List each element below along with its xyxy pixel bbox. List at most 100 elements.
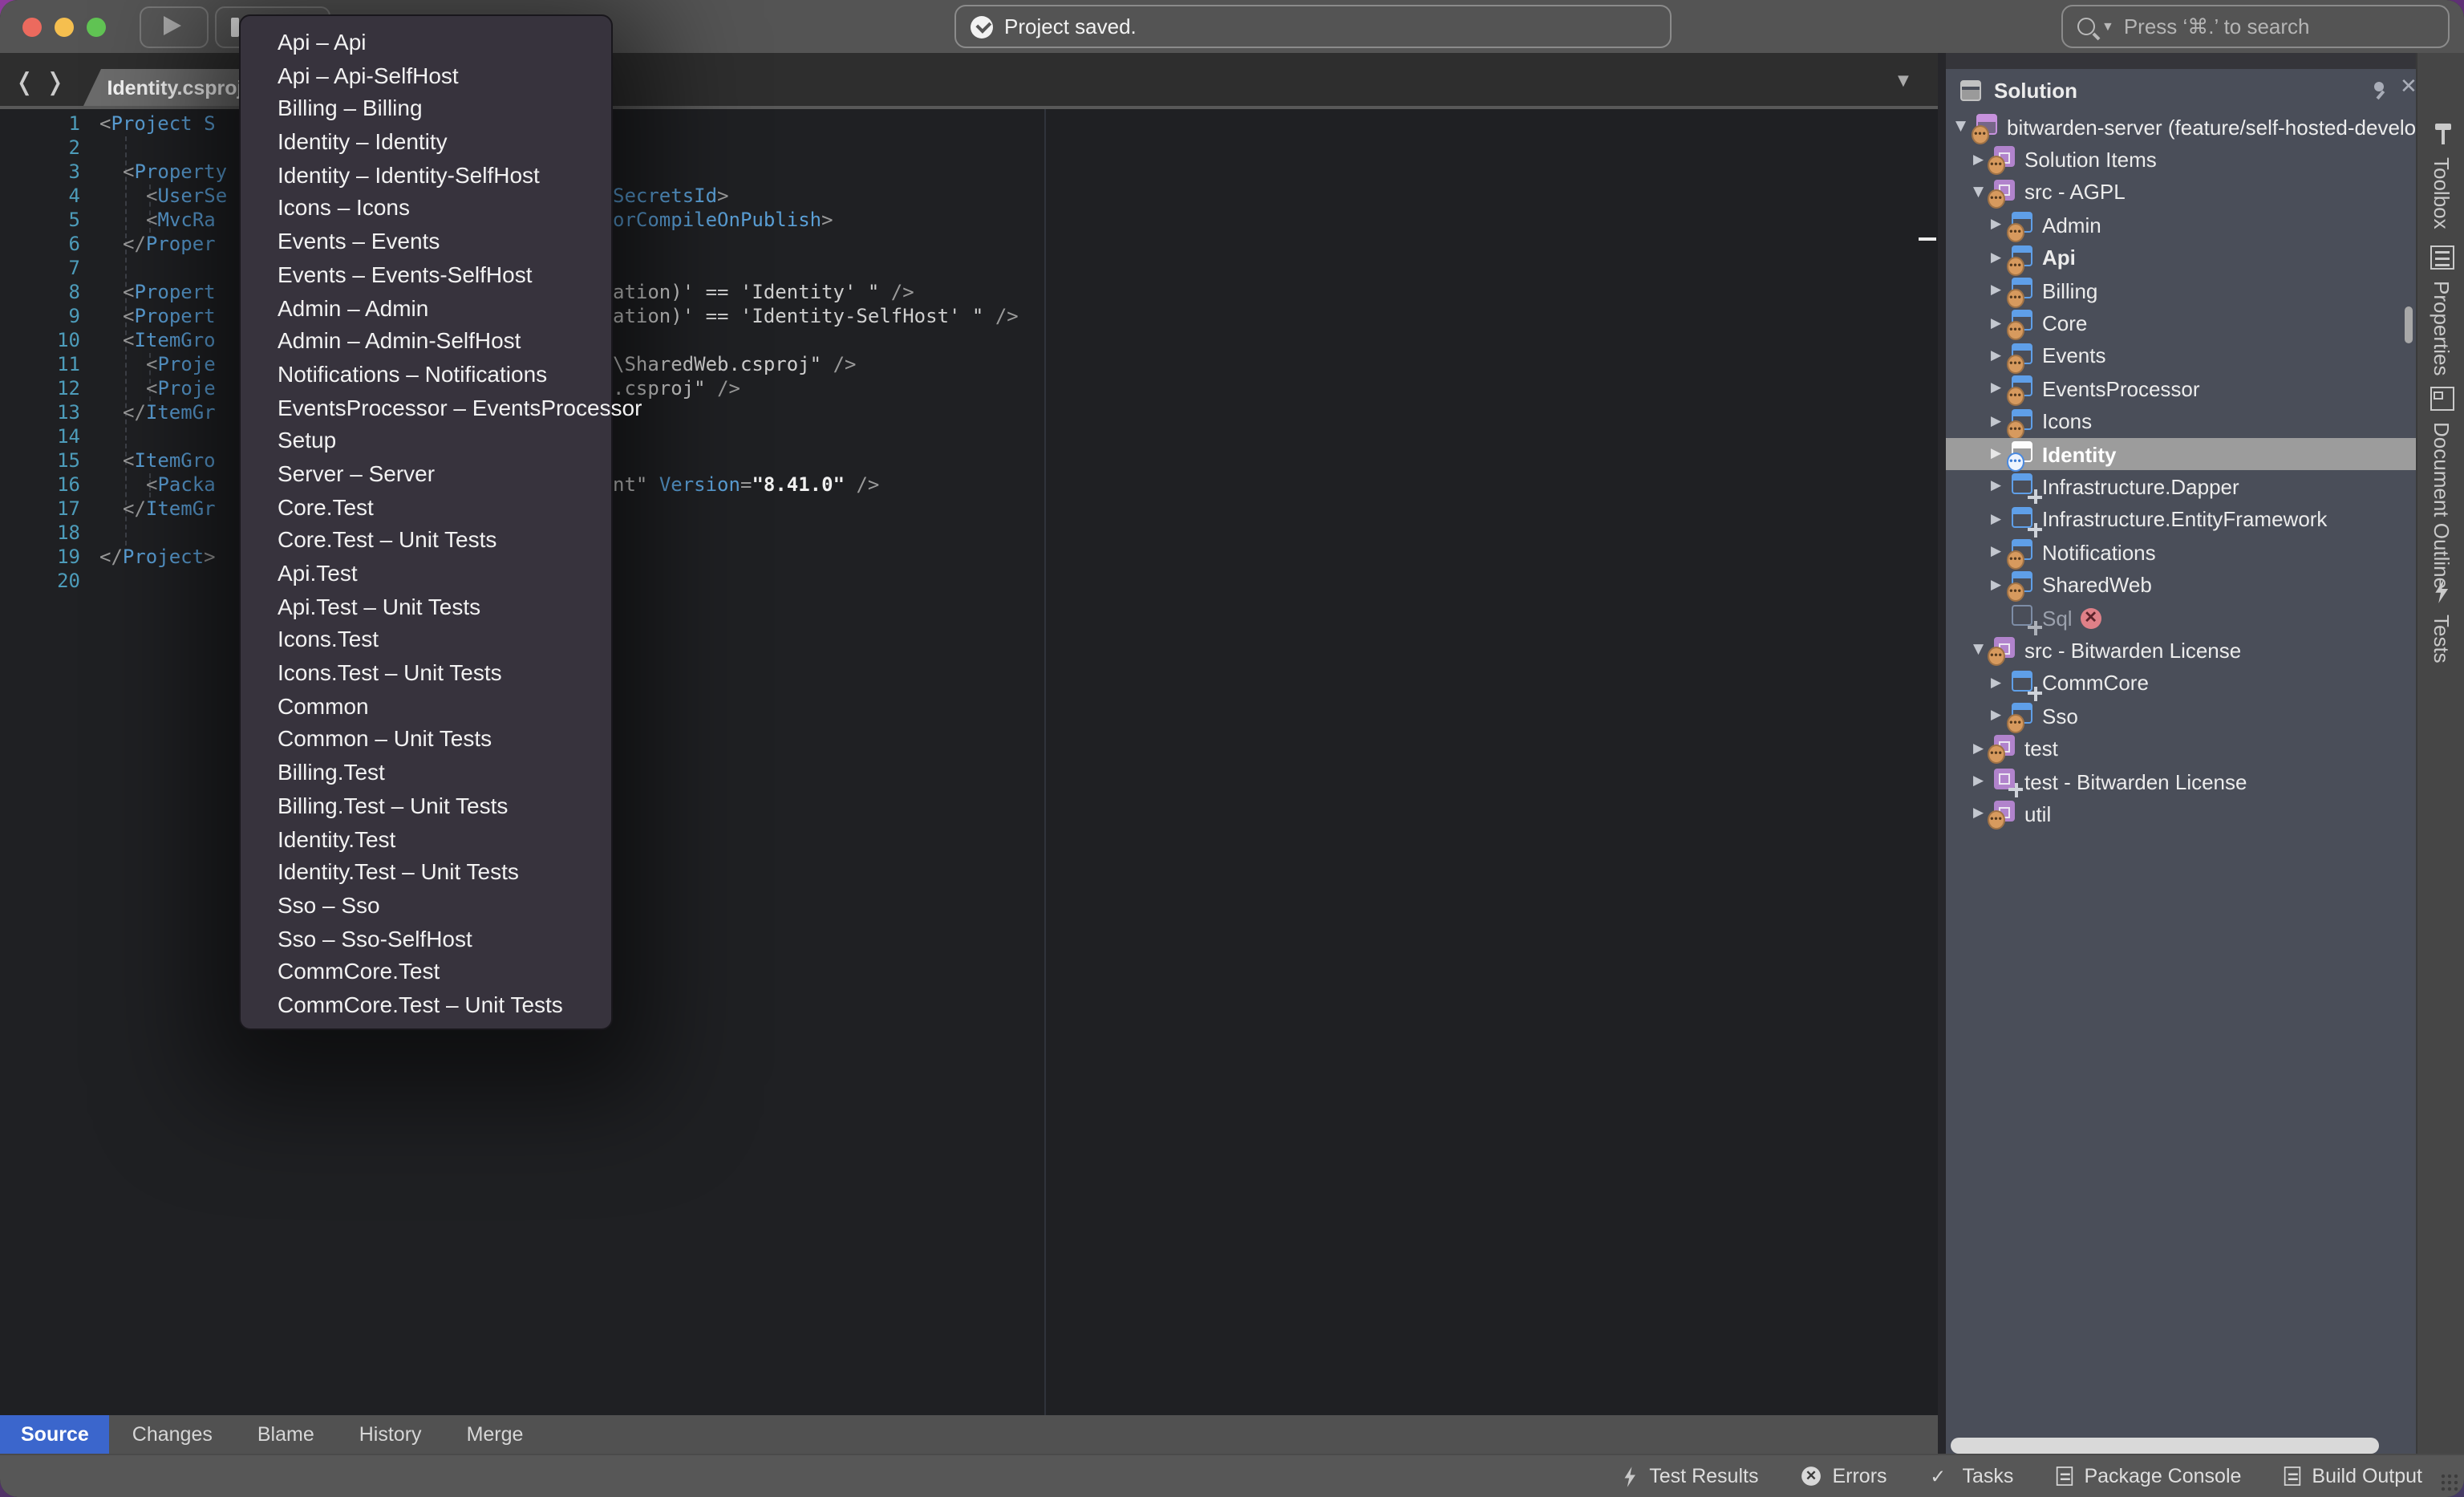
expand-arrow-icon[interactable]: ▶ (1973, 152, 1984, 168)
expand-arrow-icon[interactable]: ▶ (1991, 381, 2001, 397)
tree-row-core[interactable]: ▶•••Core (1946, 307, 2416, 340)
statusbar-item-errors[interactable]: ✕Errors (1800, 1465, 1886, 1487)
menu-item-icons-test[interactable]: Icons.Test (241, 623, 611, 656)
expand-arrow-icon[interactable]: ▶ (1991, 545, 2001, 561)
tab-overflow-dropdown-icon[interactable]: ▼ (1898, 74, 1909, 90)
tree-row-infrastructure-entityframework[interactable]: ▶Infrastructure.EntityFramework (1946, 503, 2416, 536)
statusbar-item-package-console[interactable]: Package Console (2055, 1465, 2241, 1487)
menu-item-notifications-notifications[interactable]: Notifications – Notifications (241, 358, 611, 391)
window-zoom-button[interactable] (87, 17, 106, 36)
expand-arrow-icon[interactable]: ▶ (1991, 217, 2001, 233)
tree-row-eventsprocessor[interactable]: ▶•••EventsProcessor (1946, 372, 2416, 405)
menu-item-commcore-test-unit-tests[interactable]: CommCore.Test – Unit Tests (241, 988, 611, 1021)
menu-item-api-api[interactable]: Api – Api (241, 26, 611, 59)
tree-row-util[interactable]: ▶•••util (1946, 797, 2416, 830)
menu-item-api-api-selfhost[interactable]: Api – Api-SelfHost (241, 59, 611, 91)
tree-row-commcore[interactable]: ▶CommCore (1946, 667, 2416, 700)
menu-item-core-test[interactable]: Core.Test (241, 490, 611, 523)
navigate-forward-button[interactable]: ❭ (45, 71, 65, 95)
tree-row-sql[interactable]: Sql✕ (1946, 602, 2416, 635)
tree-row-identity[interactable]: ▶•••Identity (1946, 438, 2416, 471)
menu-item-server-server[interactable]: Server – Server (241, 457, 611, 490)
menu-item-events-events[interactable]: Events – Events (241, 225, 611, 258)
tree-row-notifications[interactable]: ▶•••Notifications (1946, 536, 2416, 569)
expand-arrow-icon[interactable]: ▶ (1973, 740, 1984, 757)
tree-row-events[interactable]: ▶•••Events (1946, 339, 2416, 372)
resize-grip[interactable] (2440, 1473, 2459, 1492)
expand-arrow-icon[interactable]: ▶ (1991, 577, 2001, 593)
tree-row-solution-items[interactable]: ▶•••Solution Items (1946, 144, 2416, 176)
menu-item-commcore-test[interactable]: CommCore.Test (241, 955, 611, 988)
menu-item-api-test-unit-tests[interactable]: Api.Test – Unit Tests (241, 590, 611, 623)
statusbar-item-tasks[interactable]: ✓Tasks (1929, 1464, 2014, 1488)
statusbar-item-test-results[interactable]: Test Results (1620, 1464, 1758, 1488)
view-tab-blame[interactable]: Blame (235, 1415, 337, 1454)
expand-arrow-icon[interactable]: ▶ (1991, 250, 2001, 266)
menu-item-identity-test-unit-tests[interactable]: Identity.Test – Unit Tests (241, 855, 611, 888)
dock-tab-toolbox[interactable]: Toolbox (2417, 122, 2464, 229)
expand-arrow-icon[interactable]: ▶ (1973, 773, 1984, 789)
expand-arrow-icon[interactable]: ▶ (1991, 282, 2001, 298)
solution-vertical-scrollbar[interactable] (2405, 306, 2413, 343)
menu-item-sso-sso-selfhost[interactable]: Sso – Sso-SelfHost (241, 922, 611, 955)
menu-item-icons-test-unit-tests[interactable]: Icons.Test – Unit Tests (241, 656, 611, 689)
tree-row-infrastructure-dapper[interactable]: ▶Infrastructure.Dapper (1946, 471, 2416, 504)
expand-arrow-icon[interactable]: ▶ (1991, 315, 2001, 331)
collapse-arrow-icon[interactable]: ▼ (1973, 185, 1984, 201)
run-button[interactable] (140, 6, 209, 47)
dock-tab-properties[interactable]: Properties (2417, 245, 2464, 376)
menu-item-billing-billing[interactable]: Billing – Billing (241, 92, 611, 125)
menu-item-icons-icons[interactable]: Icons – Icons (241, 192, 611, 225)
menu-item-common-unit-tests[interactable]: Common – Unit Tests (241, 723, 611, 756)
global-search-input[interactable]: ▼ Press ‘⌘.’ to search (2061, 5, 2450, 48)
solution-horizontal-scrollbar[interactable] (1951, 1438, 2379, 1454)
tree-row-test-bitwarden-license[interactable]: ▶test - Bitwarden License (1946, 765, 2416, 798)
pane-splitter[interactable] (1938, 53, 1946, 1497)
menu-item-identity-test[interactable]: Identity.Test (241, 822, 611, 855)
tree-row-src-agpl[interactable]: ▼•••src - AGPL (1946, 176, 2416, 209)
menu-item-core-test-unit-tests[interactable]: Core.Test – Unit Tests (241, 524, 611, 557)
view-tab-merge[interactable]: Merge (444, 1415, 546, 1454)
pin-icon[interactable] (2371, 80, 2390, 99)
view-tab-changes[interactable]: Changes (110, 1415, 235, 1454)
tree-row-test[interactable]: ▶•••test (1946, 732, 2416, 765)
expand-arrow-icon[interactable]: ▶ (1991, 446, 2001, 462)
tree-row-api[interactable]: ▶•••Api (1946, 241, 2416, 274)
collapse-arrow-icon[interactable]: ▼ (1973, 643, 1984, 659)
tree-row-billing[interactable]: ▶•••Billing (1946, 274, 2416, 307)
window-close-button[interactable] (22, 17, 42, 36)
collapse-arrow-icon[interactable]: ▼ (1955, 119, 1966, 135)
view-tab-history[interactable]: History (337, 1415, 444, 1454)
tree-row-admin[interactable]: ▶•••Admin (1946, 209, 2416, 241)
tree-row-sso[interactable]: ▶•••Sso (1946, 700, 2416, 732)
menu-item-billing-test-unit-tests[interactable]: Billing.Test – Unit Tests (241, 789, 611, 822)
expand-arrow-icon[interactable]: ▶ (1991, 708, 2001, 724)
navigate-back-button[interactable]: ❬ (14, 71, 34, 95)
dock-tab-document-outline[interactable]: Document Outline (2417, 387, 2464, 589)
menu-item-identity-identity-selfhost[interactable]: Identity – Identity-SelfHost (241, 159, 611, 192)
expand-arrow-icon[interactable]: ▶ (1991, 479, 2001, 495)
tree-row-src-bitwarden-license[interactable]: ▼•••src - Bitwarden License (1946, 635, 2416, 667)
expand-arrow-icon[interactable]: ▶ (1991, 675, 2001, 692)
dock-tab-tests[interactable]: Tests (2417, 579, 2464, 663)
tree-row-sharedweb[interactable]: ▶•••SharedWeb (1946, 569, 2416, 602)
menu-item-admin-admin[interactable]: Admin – Admin (241, 291, 611, 324)
statusbar-item-build-output[interactable]: Build Output (2283, 1465, 2422, 1487)
view-tab-source[interactable]: Source (0, 1415, 110, 1454)
menu-item-identity-identity[interactable]: Identity – Identity (241, 125, 611, 158)
menu-item-api-test[interactable]: Api.Test (241, 557, 611, 590)
menu-item-events-events-selfhost[interactable]: Events – Events-SelfHost (241, 258, 611, 291)
menu-item-eventsprocessor-eventsprocessor[interactable]: EventsProcessor – EventsProcessor (241, 391, 611, 424)
menu-item-admin-admin-selfhost[interactable]: Admin – Admin-SelfHost (241, 324, 611, 357)
tree-row-bitwarden-server-feature-self-hosted-development-[interactable]: ▼•••bitwarden-server (feature/self-hoste… (1946, 111, 2416, 144)
expand-arrow-icon[interactable]: ▶ (1991, 348, 2001, 364)
expand-arrow-icon[interactable]: ▶ (1973, 806, 1984, 822)
expand-arrow-icon[interactable]: ▶ (1991, 512, 2001, 528)
window-minimize-button[interactable] (55, 17, 74, 36)
close-icon[interactable]: ✕ (2400, 74, 2416, 99)
menu-item-common[interactable]: Common (241, 690, 611, 723)
menu-item-billing-test[interactable]: Billing.Test (241, 756, 611, 789)
menu-item-setup[interactable]: Setup (241, 424, 611, 457)
expand-arrow-icon[interactable]: ▶ (1991, 413, 2001, 429)
menu-item-sso-sso[interactable]: Sso – Sso (241, 889, 611, 922)
